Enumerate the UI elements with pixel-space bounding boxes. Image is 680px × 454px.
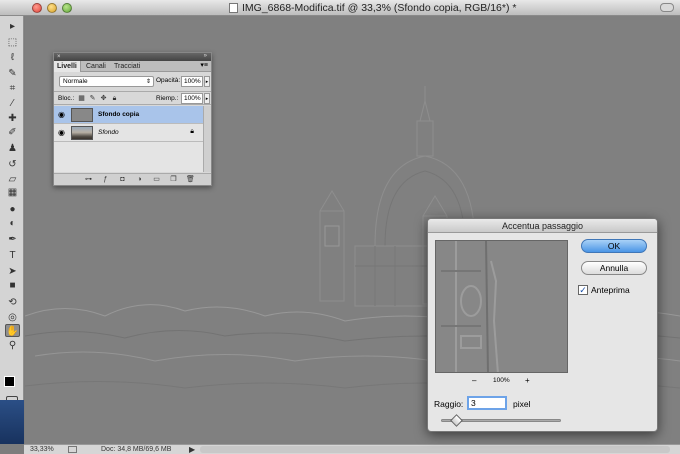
preview-image — [436, 241, 567, 372]
healing-brush-icon[interactable]: ✚ — [5, 112, 20, 125]
add-mask-icon[interactable]: ◘ — [118, 176, 127, 184]
new-group-icon[interactable]: ▭ — [152, 176, 161, 184]
layer-name: Sfondo — [98, 129, 119, 136]
lock-transparency-icon[interactable]: ▦ — [78, 95, 85, 102]
link-layers-icon[interactable]: ⊶ — [84, 176, 93, 184]
hand-tool-icon[interactable]: ✋ — [5, 324, 20, 337]
new-layer-icon[interactable]: ❐ — [169, 176, 178, 184]
dodge-tool-icon[interactable]: ◐ — [5, 217, 20, 230]
preview-checkbox-label[interactable]: Anteprima — [591, 285, 630, 295]
select-arrows-icon: ⇕ — [145, 79, 151, 85]
tab-canali[interactable]: Canali — [83, 61, 109, 72]
visibility-eye-icon[interactable]: ◉ — [57, 128, 66, 137]
fill-dropdown-button[interactable]: ▸ — [204, 93, 210, 104]
layers-panel-titlebar[interactable]: × » — [54, 53, 211, 61]
eyedropper-icon[interactable]: ⁄ — [5, 97, 20, 110]
eraser-icon[interactable]: ▱ — [5, 173, 20, 186]
fill-label: Riemp.: — [156, 95, 179, 102]
layer-row-sfondo[interactable]: ◉ Sfondo 🔒︎ — [54, 124, 203, 142]
tab-livelli[interactable]: Livelli — [54, 61, 81, 72]
radius-input[interactable]: 3 — [467, 396, 507, 410]
3d-orbit-icon[interactable]: ◎ — [5, 311, 20, 324]
blend-mode-value: Normale — [63, 78, 88, 85]
zoom-window-button[interactable] — [62, 3, 72, 13]
opacity-label: Opacità: — [156, 77, 181, 84]
gradient-tool-icon[interactable]: ▦ — [5, 186, 20, 199]
toolbar-toggle-button[interactable] — [660, 3, 674, 12]
panel-collapse-icon[interactable]: » — [204, 53, 207, 59]
cancel-button[interactable]: Annulla — [581, 261, 647, 275]
fill-field[interactable]: 100% — [181, 93, 203, 104]
panel-close-icon[interactable]: × — [57, 54, 61, 60]
quick-selection-icon[interactable]: ✎ — [5, 67, 20, 80]
type-tool-icon[interactable]: T — [5, 249, 20, 262]
radius-label: Raggio: — [434, 399, 464, 409]
brush-tool-icon[interactable]: ✐ — [5, 126, 20, 139]
lock-row: Bloc.: ▦ ✎ ✥ 🔒︎ Riemp.: 100% ▸ — [54, 91, 211, 105]
foreground-color-swatch[interactable] — [4, 376, 15, 387]
pen-tool-icon[interactable]: ✒ — [5, 233, 20, 246]
layers-panel-footer: ⊶ ƒ ◘ ◑ ▭ ❐ 🗑︎ — [54, 173, 211, 185]
shape-tool-icon[interactable]: ■ — [5, 279, 20, 292]
3d-rotate-icon[interactable]: ⟲ — [5, 296, 20, 309]
radius-unit-label: pixel — [513, 399, 531, 409]
dialog-title[interactable]: Accentua passaggio — [428, 219, 657, 233]
opacity-field[interactable]: 100% — [181, 76, 203, 87]
document-status-icon[interactable] — [68, 446, 77, 453]
layer-name: Sfondo copia — [98, 111, 140, 118]
preview-checkbox[interactable]: ✓ — [578, 285, 588, 295]
document-icon — [229, 3, 238, 13]
blend-mode-select[interactable]: Normale ⇕ — [59, 76, 154, 87]
status-bar: 33,33% Doc: 34,8 MB/69,6 MB ▶ — [24, 444, 680, 454]
filter-preview[interactable] — [435, 240, 568, 373]
lock-all-icon[interactable]: 🔒︎ — [111, 95, 118, 102]
status-menu-arrow-icon[interactable]: ▶ — [189, 445, 195, 454]
clone-stamp-icon[interactable]: ♟ — [5, 142, 20, 155]
blur-tool-icon[interactable]: ● — [5, 203, 20, 216]
lock-label: Bloc.: — [58, 95, 75, 102]
visibility-eye-icon[interactable]: ◉ — [57, 110, 66, 119]
tools-panel: ▸ ⬚ ℓ ✎ ⌗ ⁄ ✚ ✐ ♟ ↺ ▱ ▦ ● ◐ ✒ T ➤ ■ ⟲ ◎ ✋ ⚲ — [0, 16, 24, 405]
layer-thumbnail — [71, 126, 93, 140]
layers-scrollbar[interactable] — [203, 106, 211, 172]
horizontal-scrollbar[interactable] — [200, 446, 670, 453]
radius-slider-thumb[interactable] — [450, 414, 463, 427]
zoom-in-button[interactable]: + — [525, 376, 530, 385]
layer-row-sfondo-copia[interactable]: ◉ Sfondo copia — [54, 106, 203, 124]
desktop-background — [0, 400, 24, 444]
path-selection-icon[interactable]: ➤ — [5, 265, 20, 278]
opacity-dropdown-button[interactable]: ▸ — [204, 76, 210, 87]
layer-list: ◉ Sfondo copia ◉ Sfondo 🔒︎ — [54, 106, 203, 172]
lock-icon: 🔒︎ — [190, 128, 194, 135]
close-window-button[interactable] — [32, 3, 42, 13]
window-titlebar: IMG_6868-Modifica.tif @ 33,3% (Sfondo co… — [0, 0, 680, 16]
adjustment-layer-icon[interactable]: ◑ — [135, 176, 144, 184]
marquee-tool-icon[interactable]: ⬚ — [5, 36, 20, 49]
delete-layer-icon[interactable]: 🗑︎ — [186, 176, 195, 184]
layers-panel: × » Livelli Canali Tracciati ▾≡ Normale … — [53, 52, 212, 186]
panel-menu-icon[interactable]: ▾≡ — [200, 61, 208, 69]
crop-tool-icon[interactable]: ⌗ — [5, 82, 20, 95]
window-title: IMG_6868-Modifica.tif @ 33,3% (Sfondo co… — [242, 2, 517, 14]
minimize-window-button[interactable] — [47, 3, 57, 13]
zoom-out-button[interactable]: – — [472, 376, 476, 385]
layer-thumbnail — [71, 108, 93, 122]
lock-position-icon[interactable]: ✥ — [100, 95, 107, 102]
layers-panel-tabs: Livelli Canali Tracciati ▾≡ — [54, 61, 211, 72]
tab-tracciati[interactable]: Tracciati — [111, 61, 143, 72]
ok-button[interactable]: OK — [581, 239, 647, 253]
history-brush-icon[interactable]: ↺ — [5, 158, 20, 171]
lock-pixels-icon[interactable]: ✎ — [89, 95, 96, 102]
zoom-tool-icon[interactable]: ⚲ — [5, 339, 20, 352]
document-info: Doc: 34,8 MB/69,6 MB — [101, 446, 172, 453]
layer-style-icon[interactable]: ƒ — [101, 176, 110, 184]
zoom-level-field[interactable]: 33,33% — [30, 446, 54, 453]
preview-zoom-level: 100% — [493, 377, 510, 384]
move-tool-icon[interactable]: ▸ — [5, 20, 20, 33]
lasso-tool-icon[interactable]: ℓ — [5, 51, 20, 64]
high-pass-dialog: Accentua passaggio – 100% + OK Annulla ✓… — [427, 218, 658, 432]
